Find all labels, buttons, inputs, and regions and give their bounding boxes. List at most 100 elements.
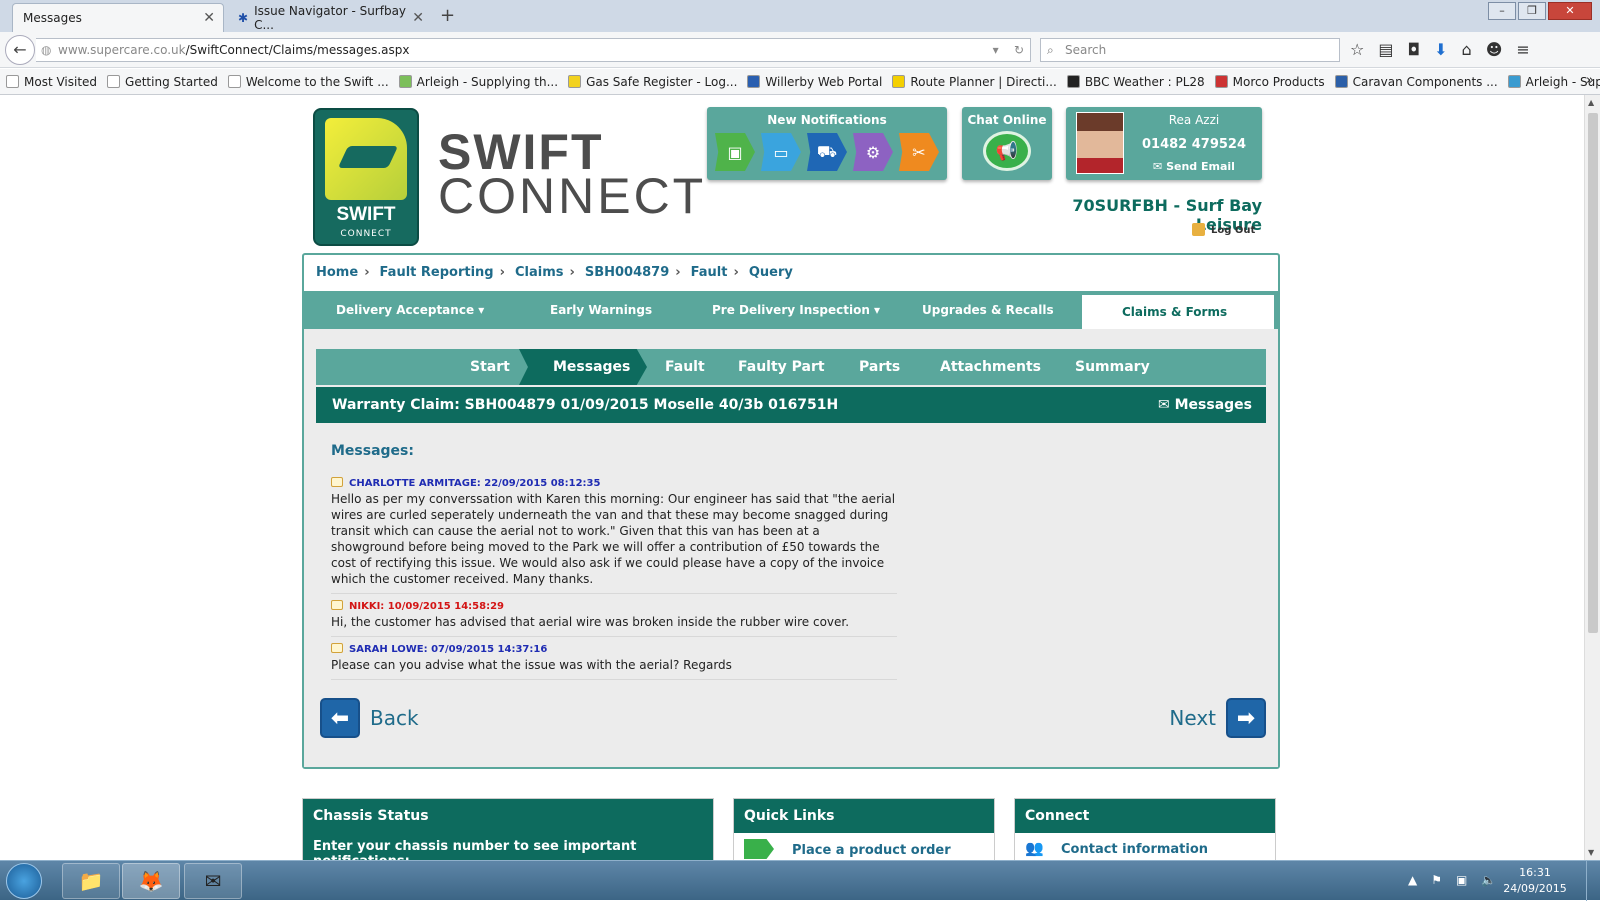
- scroll-down-icon[interactable]: ▼: [1588, 848, 1594, 857]
- breadcrumb-claims[interactable]: Claims: [515, 265, 564, 280]
- show-desktop-button[interactable]: [1586, 861, 1600, 901]
- page-scrollbar[interactable]: ▲ ▼: [1584, 95, 1600, 860]
- reading-list-icon[interactable]: ▤: [1378, 40, 1393, 59]
- breadcrumb-query[interactable]: Query: [749, 265, 793, 280]
- clock[interactable]: 16:31 24/09/2015: [1500, 865, 1570, 897]
- message-author: SARAH LOWE: 07/09/2015 14:37:16: [331, 643, 897, 655]
- minimize-button[interactable]: –: [1488, 2, 1516, 20]
- close-tab-icon[interactable]: ✕: [203, 10, 215, 26]
- nav-claims-forms[interactable]: Claims & Forms ▾: [1082, 295, 1274, 353]
- hello-icon[interactable]: ☻: [1486, 40, 1503, 59]
- nav-upgrades-recalls[interactable]: Upgrades & Recalls: [922, 291, 1054, 329]
- step-messages[interactable]: Messages: [519, 349, 647, 385]
- maximize-button[interactable]: ❐: [1518, 2, 1546, 20]
- bookmark-star-icon[interactable]: ☆: [1350, 40, 1364, 59]
- web-page: SWIFT CONNECT SWIFT CONNECT New Notifica…: [0, 95, 1584, 860]
- step-attachments[interactable]: Attachments: [940, 349, 1041, 385]
- url-bar[interactable]: ◍ www.supercare.co.uk/SwiftConnect/Claim…: [36, 38, 1031, 62]
- more-bookmarks-icon[interactable]: »: [1586, 73, 1594, 88]
- connect-panel: Connect 👥 Contact information: [1014, 798, 1276, 860]
- gear-notification-icon[interactable]: ⚙: [853, 133, 893, 171]
- url-domain: www.supercare.co.uk: [58, 43, 186, 57]
- breadcrumb-claim-id[interactable]: SBH004879: [585, 265, 669, 280]
- bookmark-item[interactable]: BBC Weather : PL28: [1066, 75, 1205, 89]
- claim-panel: Start Messages Fault Faulty Part Parts A…: [304, 329, 1278, 767]
- outlook-icon[interactable]: ✉: [184, 863, 242, 899]
- file-explorer-icon[interactable]: 📁: [62, 863, 120, 899]
- computer-notification-icon[interactable]: ▭: [761, 133, 801, 171]
- back-arrow-icon[interactable]: ←: [5, 35, 35, 65]
- step-fault[interactable]: Fault: [665, 349, 705, 385]
- volume-icon[interactable]: 🔈: [1481, 873, 1496, 887]
- messages-link[interactable]: ✉ Messages: [1158, 387, 1252, 423]
- new-tab-plus-icon[interactable]: +: [440, 5, 455, 26]
- logo-sub: CONNECT: [340, 229, 392, 239]
- pocket-icon[interactable]: ◘: [1407, 40, 1420, 59]
- tab-issue-navigator[interactable]: ✱ Issue Navigator - Surfbay C... ✕: [228, 3, 432, 32]
- message-item: NIKKI: 10/09/2015 14:58:29 Hi, the custo…: [331, 598, 897, 637]
- back-button[interactable]: ⬅ Back: [320, 698, 419, 738]
- speech-bubble-icon: [331, 643, 343, 653]
- breadcrumb-home[interactable]: Home: [316, 265, 358, 280]
- bookmark-item[interactable]: Most Visited: [6, 75, 97, 89]
- breadcrumb: Home › Fault Reporting › Claims › SBH004879…: [316, 265, 793, 280]
- menu-icon[interactable]: ≡: [1516, 40, 1529, 59]
- nav-pre-delivery-inspection[interactable]: Pre Delivery Inspection ▾: [712, 291, 880, 329]
- chat-online-panel[interactable]: Chat Online 📢: [962, 107, 1052, 180]
- nav-delivery-acceptance[interactable]: Delivery Acceptance ▾: [336, 291, 484, 329]
- next-button[interactable]: Next ➡: [1169, 698, 1266, 738]
- close-tab-icon[interactable]: ✕: [412, 10, 424, 26]
- message-body: Please can you advise what the issue was…: [331, 658, 732, 672]
- bookmark-item[interactable]: Gas Safe Register - Log...: [568, 75, 737, 89]
- caravan-icon: [744, 839, 774, 859]
- place-order-link[interactable]: Place a product order: [734, 833, 994, 860]
- brand-wordmark: SWIFT CONNECT: [438, 124, 707, 224]
- bookmark-item[interactable]: Welcome to the Swift ...: [227, 75, 389, 89]
- bookmark-item[interactable]: Getting Started: [107, 75, 218, 89]
- claim-title: Warranty Claim: SBH004879 01/09/2015 Mos…: [332, 397, 839, 413]
- tab-label: Messages: [23, 11, 82, 25]
- network-icon[interactable]: ▣: [1456, 873, 1467, 887]
- bookmark-item[interactable]: Morco Products: [1214, 75, 1325, 89]
- swift-bird-icon: [325, 118, 407, 200]
- bookmark-item[interactable]: Route Planner | Directi...: [892, 75, 1057, 89]
- step-start[interactable]: Start: [470, 349, 510, 385]
- main-content-box: Home › Fault Reporting › Claims › SBH004879…: [302, 253, 1280, 769]
- message-body: Hello as per my converssation with Karen…: [331, 492, 896, 586]
- search-icon: ⌕: [1047, 43, 1054, 57]
- caravan-notification-icon[interactable]: ▣: [715, 133, 755, 171]
- flag-icon[interactable]: ⚑: [1431, 873, 1442, 887]
- download-icon[interactable]: ⬇: [1434, 40, 1447, 59]
- nav-early-warnings[interactable]: Early Warnings: [550, 291, 652, 329]
- home-icon[interactable]: ⌂: [1462, 40, 1472, 59]
- claim-steps: Start Messages Fault Faulty Part Parts A…: [316, 349, 1266, 385]
- bookmark-item[interactable]: Willerby Web Portal: [747, 75, 882, 89]
- send-email-link[interactable]: ✉ Send Email: [1132, 160, 1256, 173]
- tab-label: Issue Navigator - Surfbay C...: [254, 3, 407, 32]
- chat-title: Chat Online: [967, 113, 1047, 127]
- firefox-icon[interactable]: 🦊: [122, 863, 180, 899]
- logout-link[interactable]: Log Out: [1192, 223, 1255, 236]
- bug-icon: ✱: [238, 10, 249, 25]
- chassis-prompt: Enter your chassis number to see importa…: [303, 833, 713, 860]
- truck-notification-icon[interactable]: ⛟: [807, 133, 847, 171]
- contact-information-link[interactable]: 👥 Contact information: [1015, 833, 1275, 860]
- reload-icon[interactable]: ▾ ↻: [993, 39, 1024, 61]
- step-parts[interactable]: Parts: [859, 349, 900, 385]
- step-summary[interactable]: Summary: [1075, 349, 1150, 385]
- step-faulty-part[interactable]: Faulty Part: [738, 349, 825, 385]
- search-input[interactable]: ⌕ Search: [1040, 38, 1340, 62]
- scrollbar-thumb[interactable]: [1588, 113, 1598, 633]
- swift-connect-logo[interactable]: SWIFT CONNECT: [313, 108, 419, 246]
- breadcrumb-fault[interactable]: Fault: [691, 265, 728, 280]
- show-hidden-icons-icon[interactable]: ▲: [1408, 873, 1417, 887]
- scroll-up-icon[interactable]: ▲: [1588, 98, 1594, 107]
- tools-notification-icon[interactable]: ✂: [899, 133, 939, 171]
- close-window-button[interactable]: ✕: [1548, 2, 1592, 20]
- breadcrumb-fault-reporting[interactable]: Fault Reporting: [380, 265, 494, 280]
- bookmark-item[interactable]: Caravan Components ...: [1334, 75, 1498, 89]
- bookmark-item[interactable]: Arleigh - Supplying th...: [398, 75, 558, 89]
- envelope-icon: ✉: [1153, 160, 1167, 173]
- tab-messages[interactable]: Messages ✕: [12, 3, 224, 32]
- start-button[interactable]: [6, 863, 42, 899]
